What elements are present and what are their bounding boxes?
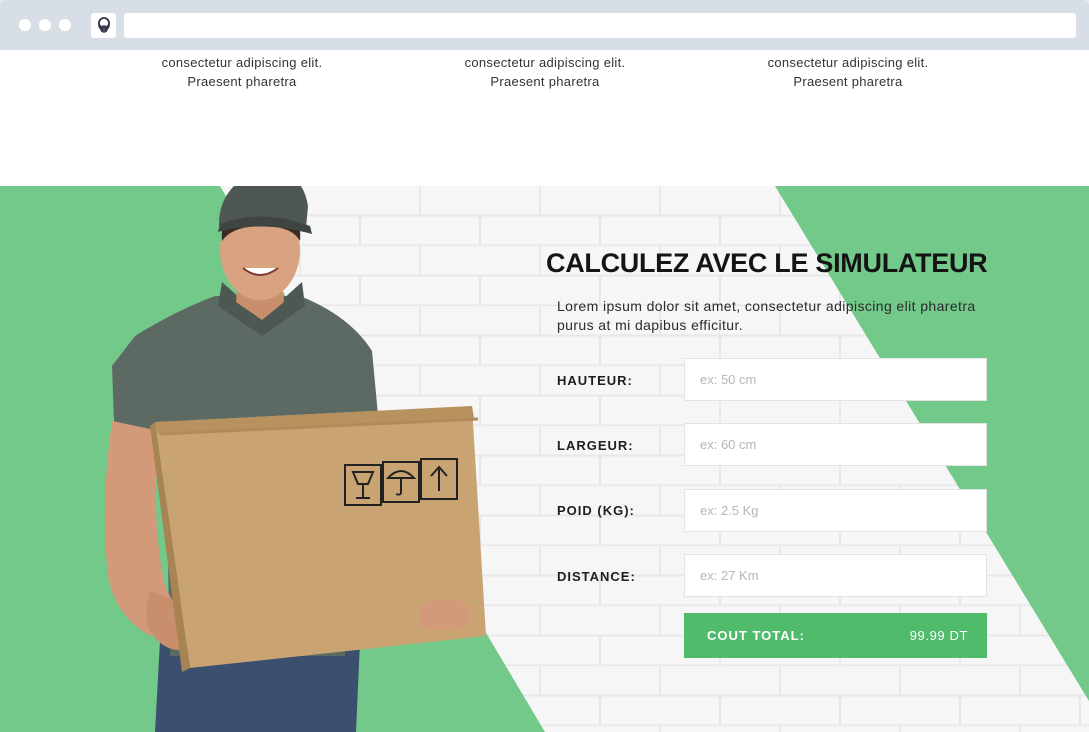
weight-input[interactable] xyxy=(684,489,987,532)
features-row: consectetur adipiscing elit. Praesent ph… xyxy=(0,50,1089,186)
delivery-man-image xyxy=(104,186,486,732)
distance-label: DISTANCE: xyxy=(557,569,636,584)
feature-text: consectetur adipiscing elit. Praesent ph… xyxy=(698,53,998,91)
window-dot-minimize[interactable] xyxy=(39,19,51,31)
weight-label: POID (KG): xyxy=(557,503,635,518)
feature-line: Praesent pharetra xyxy=(793,74,903,89)
window-dot-maximize[interactable] xyxy=(59,19,71,31)
feature-line: Praesent pharetra xyxy=(187,74,297,89)
total-cost-bar: COUT TOTAL: 99.99 DT xyxy=(684,613,987,658)
feature-line: consectetur adipiscing elit. xyxy=(161,55,323,70)
width-input[interactable] xyxy=(684,423,987,466)
simulator-title: CALCULEZ AVEC LE SIMULATEUR xyxy=(546,248,988,278)
simulator-description: Lorem ipsum dolor sit amet, consectetur … xyxy=(557,298,976,333)
browser-chrome xyxy=(0,0,1089,50)
feature-text: consectetur adipiscing elit. Praesent ph… xyxy=(395,53,695,91)
feature-line: Praesent pharetra xyxy=(490,74,600,89)
window-dot-close[interactable] xyxy=(19,19,31,31)
distance-input[interactable] xyxy=(684,554,987,597)
address-bar[interactable] xyxy=(124,13,1076,38)
total-cost-value: 99.99 DT xyxy=(909,628,968,643)
feature-line: consectetur adipiscing elit. xyxy=(767,55,929,70)
width-label: LARGEUR: xyxy=(557,438,634,453)
feature-line: consectetur adipiscing elit. xyxy=(464,55,626,70)
page: consectetur adipiscing elit. Praesent ph… xyxy=(0,50,1089,732)
height-input[interactable] xyxy=(684,358,987,401)
site-logo-icon[interactable] xyxy=(91,13,116,38)
simulator-section: CALCULEZ AVEC LE SIMULATEUR Lorem ipsum … xyxy=(0,186,1089,732)
total-cost-label: COUT TOTAL: xyxy=(707,628,805,643)
height-label: HAUTEUR: xyxy=(557,373,633,388)
feature-text: consectetur adipiscing elit. Praesent ph… xyxy=(92,53,392,91)
